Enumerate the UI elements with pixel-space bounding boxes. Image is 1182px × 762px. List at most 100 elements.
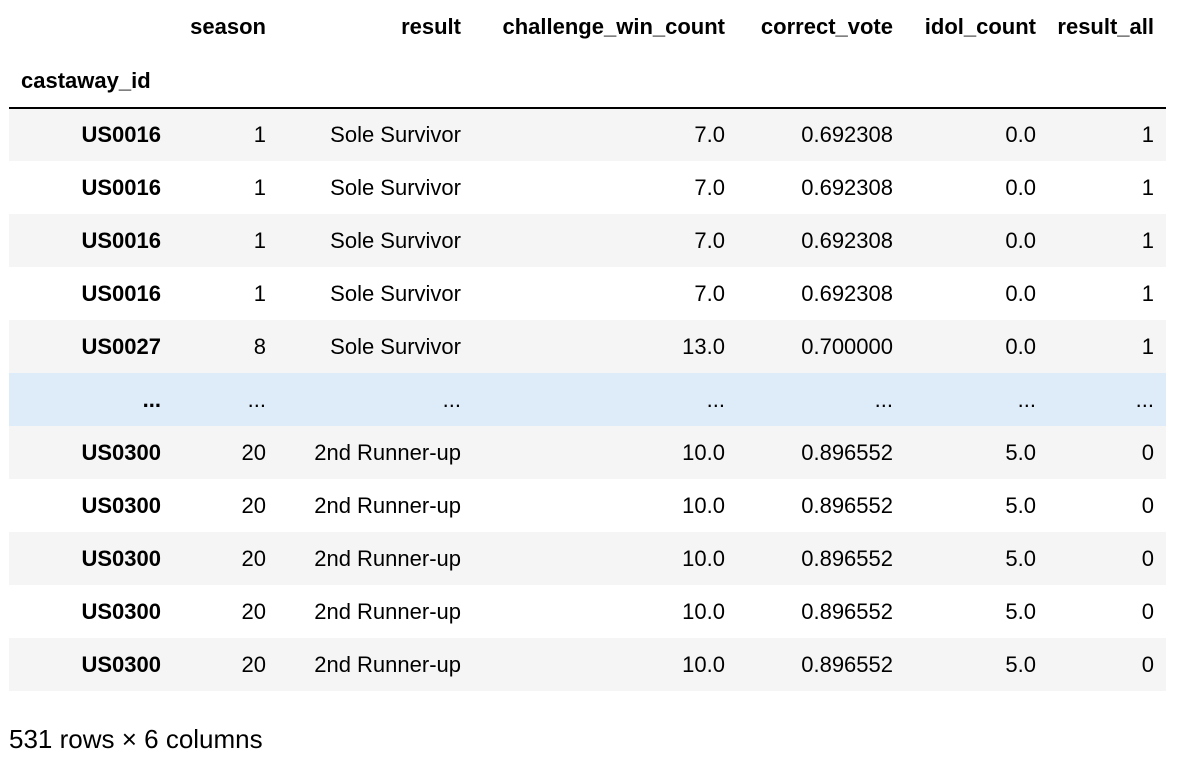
column-header-idol-count: idol_count (924, 14, 1036, 39)
cell-result-all: 0 (1141, 598, 1154, 624)
column-header-challenge-win-count: challenge_win_count (502, 14, 726, 39)
index-name-header: castaway_id (21, 67, 151, 93)
table-row: US0016 1 Sole Survivor 7.0 0.692308 0.0 1 (9, 214, 1166, 267)
cell-challenge-win-count: 10.0 (682, 651, 725, 677)
cell-result-all: 0 (1141, 439, 1154, 465)
row-index-cell: US0016 (81, 280, 161, 306)
cell-challenge-win-count: 7.0 (694, 122, 725, 147)
column-header-result-all: result_all (1057, 14, 1154, 39)
dataframe-shape-summary: 531 rows × 6 columns (9, 724, 263, 754)
row-index-cell: ... (142, 386, 161, 412)
cell-correct-vote: ... (874, 386, 893, 412)
cell-result-all: ... (1135, 386, 1154, 412)
cell-result: ... (442, 386, 461, 412)
table-row: US0016 1 Sole Survivor 7.0 0.692308 0.0 1 (9, 108, 1166, 161)
row-index-cell: US0300 (81, 545, 161, 571)
cell-result: 2nd Runner-up (314, 492, 461, 518)
cell-season: 8 (253, 333, 266, 359)
cell-idol-count: 5.0 (1005, 545, 1036, 571)
empty-header-cell (473, 54, 737, 108)
cell-correct-vote: 0.896552 (801, 651, 893, 677)
row-index-cell: US0016 (81, 122, 161, 147)
dataframe-table: season result challenge_win_count correc… (9, 0, 1166, 691)
column-header-correct-vote: correct_vote (760, 14, 893, 39)
dataframe-output: season result challenge_win_count correc… (9, 0, 1166, 691)
cell-correct-vote: 0.692308 (801, 280, 893, 306)
blank-corner-cell (9, 0, 173, 54)
row-index-cell: US0027 (81, 333, 161, 359)
cell-correct-vote: 0.700000 (801, 333, 893, 359)
table-row: US0300 20 2nd Runner-up 10.0 0.896552 5.0 0 (9, 638, 1166, 691)
column-header-result: result (401, 14, 461, 39)
row-index-cell: US0300 (81, 651, 161, 677)
row-index-cell: US0016 (81, 227, 161, 253)
empty-header-cell (737, 54, 905, 108)
cell-idol-count: 0.0 (1005, 174, 1036, 200)
index-name-row: castaway_id (9, 54, 1166, 108)
row-index-cell: US0300 (81, 439, 161, 465)
cell-idol-count: 0.0 (1005, 122, 1036, 147)
cell-season: 20 (241, 598, 266, 624)
cell-season: 20 (241, 545, 266, 571)
cell-result-all: 0 (1141, 545, 1154, 571)
cell-challenge-win-count: 10.0 (682, 545, 725, 571)
cell-idol-count: 5.0 (1005, 651, 1036, 677)
cell-season: 20 (241, 439, 266, 465)
cell-result: Sole Survivor (330, 280, 461, 306)
cell-idol-count: 5.0 (1005, 439, 1036, 465)
column-header-row: season result challenge_win_count correc… (9, 0, 1166, 54)
cell-season: 20 (241, 651, 266, 677)
cell-idol-count: 0.0 (1005, 280, 1036, 306)
table-header: season result challenge_win_count correc… (9, 0, 1166, 108)
empty-header-cell (1048, 54, 1166, 108)
cell-result: Sole Survivor (330, 227, 461, 253)
cell-challenge-win-count: 10.0 (682, 492, 725, 518)
cell-challenge-win-count: 7.0 (694, 280, 725, 306)
cell-correct-vote: 0.896552 (801, 598, 893, 624)
cell-season: 20 (241, 492, 266, 518)
cell-idol-count: 0.0 (1005, 333, 1036, 359)
cell-correct-vote: 0.692308 (801, 122, 893, 147)
cell-correct-vote: 0.692308 (801, 227, 893, 253)
cell-challenge-win-count: ... (706, 386, 725, 412)
table-row: US0016 1 Sole Survivor 7.0 0.692308 0.0 1 (9, 161, 1166, 214)
cell-challenge-win-count: 10.0 (682, 598, 725, 624)
column-header-season: season (190, 14, 266, 39)
table-row: US0300 20 2nd Runner-up 10.0 0.896552 5.0 0 (9, 532, 1166, 585)
row-index-cell: US0300 (81, 598, 161, 624)
cell-result-all: 1 (1141, 174, 1154, 200)
row-index-cell: US0300 (81, 492, 161, 518)
table-row: US0300 20 2nd Runner-up 10.0 0.896552 5.0 0 (9, 585, 1166, 638)
cell-result: Sole Survivor (330, 333, 461, 359)
empty-header-cell (173, 54, 278, 108)
cell-challenge-win-count: 7.0 (694, 227, 725, 253)
cell-challenge-win-count: 13.0 (682, 333, 725, 359)
cell-result: 2nd Runner-up (314, 651, 461, 677)
table-row: US0300 20 2nd Runner-up 10.0 0.896552 5.0 0 (9, 426, 1166, 479)
empty-header-cell (905, 54, 1048, 108)
cell-season: ... (247, 386, 266, 412)
cell-idol-count: 0.0 (1005, 227, 1036, 253)
cell-result: 2nd Runner-up (314, 439, 461, 465)
cell-idol-count: 5.0 (1005, 492, 1036, 518)
table-row: US0300 20 2nd Runner-up 10.0 0.896552 5.0 0 (9, 479, 1166, 532)
ellipsis-row: ..................... (9, 373, 1166, 426)
empty-header-cell (278, 54, 473, 108)
cell-season: 1 (253, 174, 266, 200)
cell-result-all: 0 (1141, 651, 1154, 677)
cell-challenge-win-count: 10.0 (682, 439, 725, 465)
cell-correct-vote: 0.692308 (801, 174, 893, 200)
cell-idol-count: 5.0 (1005, 598, 1036, 624)
cell-correct-vote: 0.896552 (801, 545, 893, 571)
cell-season: 1 (253, 122, 266, 147)
row-index-cell: US0016 (81, 174, 161, 200)
cell-result: 2nd Runner-up (314, 598, 461, 624)
cell-season: 1 (253, 227, 266, 253)
cell-idol-count: ... (1017, 386, 1036, 412)
cell-result-all: 1 (1141, 122, 1154, 147)
cell-challenge-win-count: 7.0 (694, 174, 725, 200)
cell-result-all: 0 (1141, 492, 1154, 518)
cell-result-all: 1 (1141, 227, 1154, 253)
cell-result: Sole Survivor (330, 174, 461, 200)
cell-season: 1 (253, 280, 266, 306)
